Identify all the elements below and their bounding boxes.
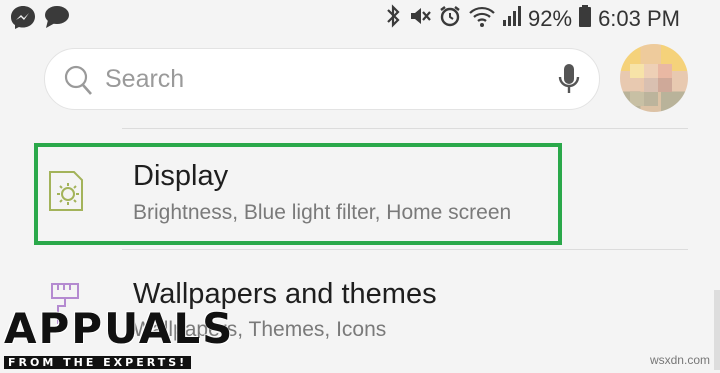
battery-percent: 92% <box>528 5 573 31</box>
divider <box>122 128 688 129</box>
scrollbar[interactable] <box>714 290 720 370</box>
mute-icon <box>408 4 432 33</box>
logo-tagline: FROM THE EXPERTS! <box>4 356 192 369</box>
alarm-icon <box>438 4 462 33</box>
search-input[interactable]: Search <box>105 65 184 94</box>
signal-icon <box>502 4 522 33</box>
logo-text: APPUALS <box>4 304 235 353</box>
microphone-icon[interactable] <box>557 62 581 101</box>
highlight-box <box>34 143 562 245</box>
profile-avatar[interactable] <box>620 44 688 112</box>
message-icon <box>44 5 70 34</box>
bluetooth-icon <box>384 4 402 33</box>
site-watermark: wsxdn.com <box>649 353 710 367</box>
status-bar: 92% 6:03 PM <box>0 0 720 36</box>
search-icon <box>63 63 95 102</box>
appuals-logo: APPUALS FROM THE EXPERTS! <box>0 298 232 373</box>
battery-icon <box>578 4 592 33</box>
clock: 6:03 PM <box>598 5 680 31</box>
system-status: 92% 6:03 PM <box>384 4 680 33</box>
notification-icons <box>10 5 70 34</box>
wifi-icon <box>468 4 496 33</box>
search-bar[interactable]: Search <box>44 48 600 110</box>
messenger-icon <box>10 5 36 34</box>
